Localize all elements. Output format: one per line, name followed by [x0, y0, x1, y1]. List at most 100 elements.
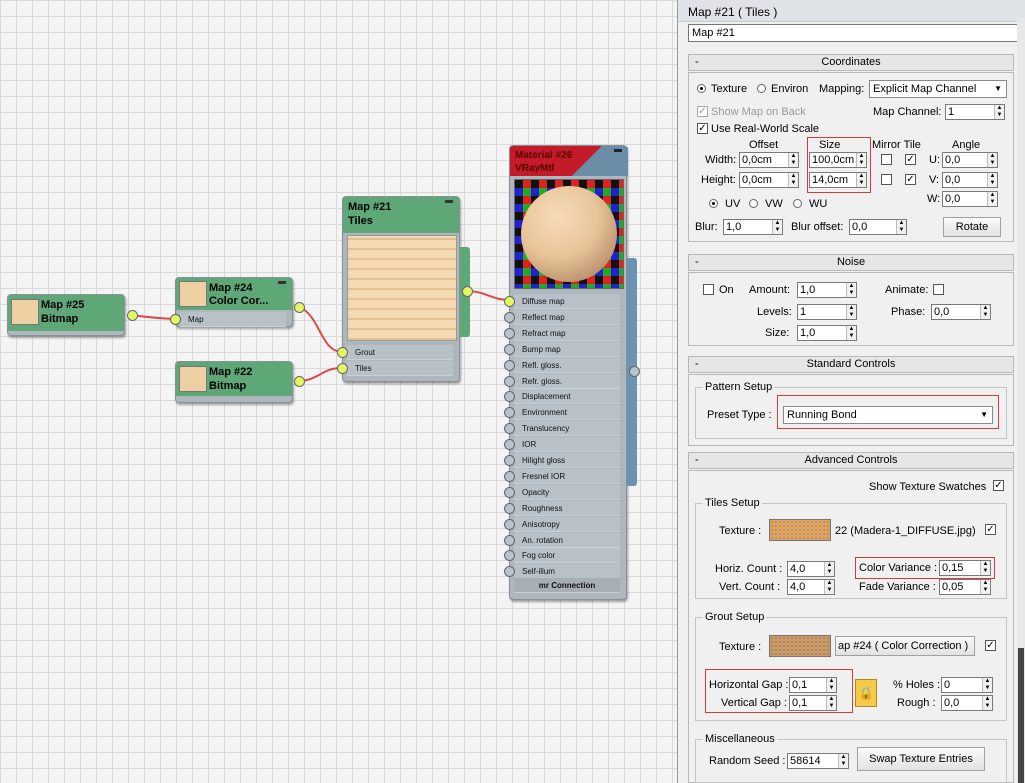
mirror-v-checkbox[interactable]: [881, 174, 892, 185]
horizontal-gap-spinner[interactable]: 0,1 ▲ ▼: [789, 677, 837, 693]
random-seed-arrows-icon[interactable]: ▲ ▼: [838, 754, 848, 768]
node-map22[interactable]: Map #22 Bitmap: [175, 361, 305, 403]
node-map25[interactable]: Map #25 Bitmap: [7, 294, 138, 336]
noise-on-checkbox[interactable]: [703, 284, 714, 295]
blur-spinner[interactable]: 1,0 ▲ ▼: [723, 219, 783, 235]
material-slot-port-0[interactable]: [504, 296, 515, 307]
material-slot-port-10[interactable]: [504, 455, 515, 466]
vert-count-spinner[interactable]: 4,0 ▲ ▼: [787, 579, 835, 595]
levels-spinner[interactable]: 1 ▲ ▼: [797, 304, 857, 320]
uv-radio[interactable]: [709, 199, 718, 208]
vertical-gap-arrows-icon[interactable]: ▲ ▼: [826, 696, 836, 710]
amount-arrows-icon[interactable]: ▲ ▼: [846, 283, 856, 297]
material-slot-port-14[interactable]: [504, 518, 515, 530]
fade-variance-spinner[interactable]: 0,05 ▲ ▼: [939, 579, 991, 595]
show-map-on-back-checkbox[interactable]: ✓: [697, 106, 708, 117]
height-size-spinner[interactable]: 14,0cm ▲ ▼: [809, 172, 867, 188]
v-angle-spinner[interactable]: 0,0 ▲ ▼: [942, 172, 998, 188]
color-variance-arrows-icon[interactable]: ▲ ▼: [980, 561, 990, 575]
u-angle-spinner[interactable]: 0,0 ▲ ▼: [942, 152, 998, 168]
map-channel-spinner[interactable]: 1 ▲ ▼: [945, 104, 1005, 120]
rotate-button[interactable]: Rotate: [943, 217, 1001, 237]
height-offset-arrows-icon[interactable]: ▲ ▼: [788, 173, 798, 187]
use-real-world-scale-checkbox[interactable]: ✓: [697, 123, 708, 134]
gap-lock-button[interactable]: 🔒: [855, 679, 877, 707]
phase-arrows-icon[interactable]: ▲ ▼: [980, 305, 990, 319]
tile-u-checkbox[interactable]: ✓: [905, 154, 916, 165]
material-slot-port-11[interactable]: [504, 470, 515, 482]
standard-controls-header[interactable]: - Standard Controls: [688, 356, 1014, 373]
blur-offset-arrows-icon[interactable]: ▲ ▼: [896, 220, 906, 234]
map21-output-port[interactable]: [462, 286, 473, 297]
phase-spinner[interactable]: 0,0 ▲ ▼: [931, 304, 991, 320]
preset-type-dropdown[interactable]: Running Bond ▼: [783, 406, 993, 424]
blur-offset-spinner[interactable]: 0,0 ▲ ▼: [849, 219, 907, 235]
tile-v-checkbox[interactable]: ✓: [905, 174, 916, 185]
width-offset-spinner[interactable]: 0,0cm ▲ ▼: [739, 152, 799, 168]
height-offset-spinner[interactable]: 0,0cm ▲ ▼: [739, 172, 799, 188]
grout-texture-checkbox[interactable]: ✓: [985, 640, 996, 651]
material-slot-port-13[interactable]: [504, 502, 515, 514]
map24-minimize-icon[interactable]: [278, 281, 286, 284]
node-editor-canvas[interactable]: Map #25 Bitmap Map #24 Color Cor... Map …: [0, 0, 677, 783]
w-angle-spinner[interactable]: 0,0 ▲ ▼: [942, 191, 998, 207]
material-slot-port-2[interactable]: [504, 327, 515, 339]
map-name-field[interactable]: Map #21: [688, 24, 1018, 42]
map24-map-input-port[interactable]: [170, 314, 181, 325]
width-size-arrows-icon[interactable]: ▲ ▼: [856, 153, 866, 167]
height-size-arrows-icon[interactable]: ▲ ▼: [856, 173, 866, 187]
grout-texture-button[interactable]: ap #24 ( Color Correction ): [835, 636, 975, 656]
material-minimize-icon[interactable]: [614, 149, 622, 152]
horizontal-gap-arrows-icon[interactable]: ▲ ▼: [826, 678, 836, 692]
tiles-texture-swatch[interactable]: [769, 519, 831, 541]
swap-texture-entries-button[interactable]: Swap Texture Entries: [857, 747, 985, 771]
panel-scrollbar[interactable]: [1017, 18, 1025, 783]
width-offset-arrows-icon[interactable]: ▲ ▼: [788, 153, 798, 167]
advanced-controls-header[interactable]: - Advanced Controls: [688, 452, 1014, 469]
wu-radio[interactable]: [793, 199, 802, 208]
w-angle-arrows-icon[interactable]: ▲ ▼: [987, 192, 997, 206]
fade-variance-arrows-icon[interactable]: ▲ ▼: [980, 580, 990, 594]
noise-size-arrows-icon[interactable]: ▲ ▼: [846, 326, 856, 340]
material-footer[interactable]: mr Connection: [514, 578, 620, 593]
levels-arrows-icon[interactable]: ▲ ▼: [846, 305, 856, 319]
node-map21[interactable]: Map #21 Tiles Grout Tiles: [337, 196, 473, 382]
random-seed-spinner[interactable]: 58614 ▲ ▼: [787, 753, 849, 769]
map21-tiles-input-port[interactable]: [337, 363, 348, 374]
map22-output-port[interactable]: [294, 376, 305, 387]
material-slot-port-12[interactable]: [504, 486, 515, 498]
map25-output-port[interactable]: [127, 310, 138, 321]
material-slot-port-3[interactable]: [504, 343, 515, 355]
map21-grout-input-port[interactable]: [337, 347, 348, 358]
rough-arrows-icon[interactable]: ▲ ▼: [982, 696, 992, 710]
width-size-spinner[interactable]: 100,0cm ▲ ▼: [809, 152, 867, 168]
rough-spinner[interactable]: 0,0 ▲ ▼: [941, 695, 993, 711]
blur-arrows-icon[interactable]: ▲ ▼: [772, 220, 782, 234]
vertical-gap-spinner[interactable]: 0,1 ▲ ▼: [789, 695, 837, 711]
horiz-count-spinner[interactable]: 4,0 ▲ ▼: [787, 561, 835, 577]
vw-radio[interactable]: [749, 199, 758, 208]
noise-size-spinner[interactable]: 1,0 ▲ ▼: [797, 325, 857, 341]
animate-checkbox[interactable]: [933, 284, 944, 295]
v-angle-arrows-icon[interactable]: ▲ ▼: [987, 173, 997, 187]
holes-spinner[interactable]: 0 ▲ ▼: [941, 677, 993, 693]
noise-rollout-header[interactable]: - Noise: [688, 254, 1014, 271]
mapping-dropdown[interactable]: Explicit Map Channel ▼: [869, 80, 1007, 98]
show-swatches-checkbox[interactable]: ✓: [993, 480, 1004, 491]
material-slot-port-1[interactable]: [504, 311, 515, 323]
texture-radio[interactable]: [697, 84, 706, 93]
material-slot-port-5[interactable]: [504, 375, 515, 387]
vert-count-arrows-icon[interactable]: ▲ ▼: [824, 580, 834, 594]
u-angle-arrows-icon[interactable]: ▲ ▼: [987, 153, 997, 167]
map21-minimize-icon[interactable]: [445, 200, 453, 203]
material-output-port[interactable]: [629, 366, 640, 377]
coordinates-rollout-header[interactable]: - Coordinates: [688, 54, 1014, 71]
panel-scrollbar-thumb[interactable]: [1018, 648, 1024, 783]
amount-spinner[interactable]: 1,0 ▲ ▼: [797, 282, 857, 298]
horiz-count-arrows-icon[interactable]: ▲ ▼: [824, 562, 834, 576]
map24-output-port[interactable]: [294, 302, 305, 313]
map-channel-arrows-icon[interactable]: ▲ ▼: [994, 105, 1004, 119]
holes-arrows-icon[interactable]: ▲ ▼: [982, 678, 992, 692]
tiles-texture-checkbox[interactable]: ✓: [985, 524, 996, 535]
tiles-texture-name[interactable]: 22 (Madera-1_DIFFUSE.jpg): [835, 525, 976, 537]
